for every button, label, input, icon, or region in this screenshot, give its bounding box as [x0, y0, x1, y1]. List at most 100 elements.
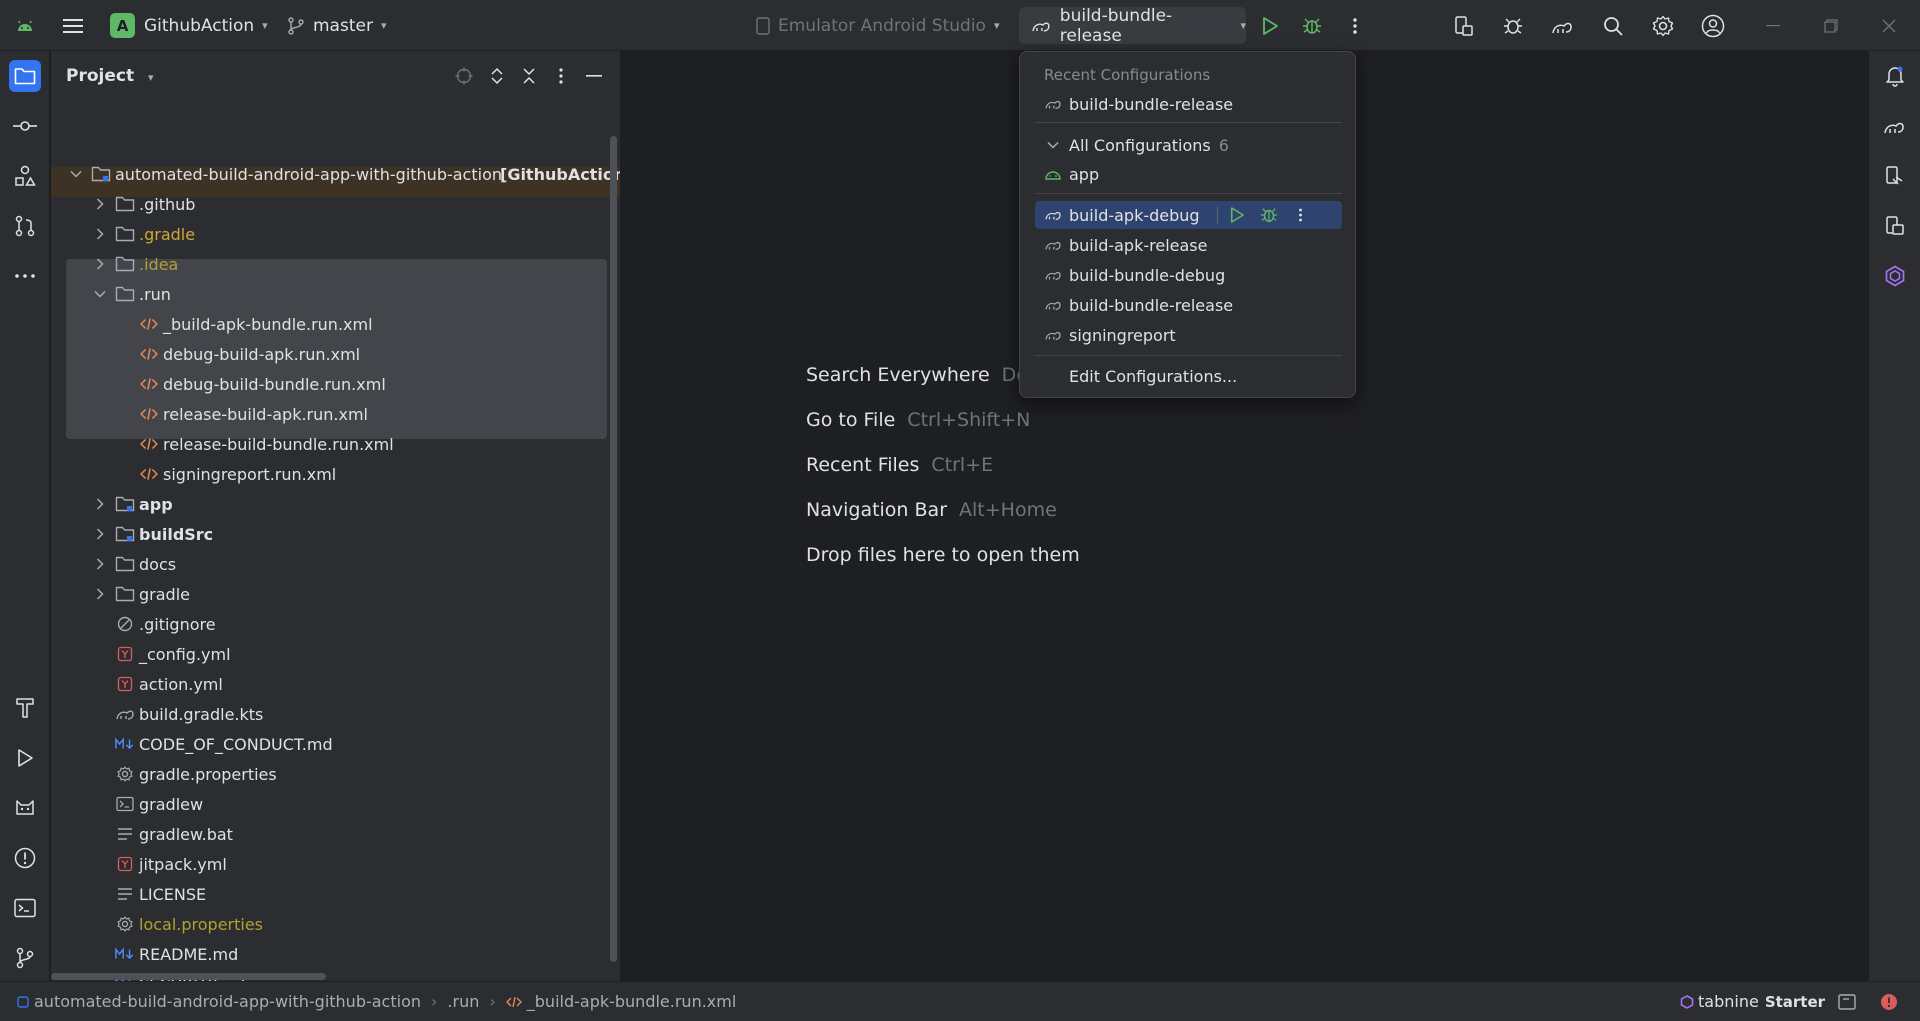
- search-icon[interactable]: [1597, 10, 1628, 41]
- run-config-selector[interactable]: build-bundle-release ▾: [1019, 6, 1246, 46]
- tabnine-chat-icon[interactable]: [1879, 260, 1911, 292]
- tree-item[interactable]: CODE_OF_CONDUCT.md: [51, 729, 620, 759]
- logcat-tool-icon[interactable]: [9, 792, 41, 824]
- run-config-icon[interactable]: [1230, 207, 1244, 223]
- locate-file-icon[interactable]: [452, 64, 476, 88]
- version-control-icon[interactable]: [9, 942, 41, 974]
- expand-all-icon[interactable]: [485, 64, 509, 88]
- breadcrumb-item[interactable]: automated-build-android-app-with-github-…: [34, 992, 421, 1011]
- tree-item[interactable]: .idea: [51, 249, 620, 279]
- pull-requests-icon[interactable]: [9, 210, 41, 242]
- collapse-all-icon[interactable]: [517, 64, 541, 88]
- device-manager-icon[interactable]: [1448, 10, 1479, 41]
- tree-item[interactable]: _build-apk-bundle.run.xml: [51, 309, 620, 339]
- error-indicator-icon[interactable]: [1880, 993, 1898, 1011]
- tree-item[interactable]: README.md: [51, 939, 620, 969]
- edit-configurations-item[interactable]: Edit Configurations...: [1035, 362, 1342, 390]
- minimize-window-icon[interactable]: [1757, 10, 1788, 41]
- more-tools-icon[interactable]: [9, 260, 41, 292]
- running-devices-icon[interactable]: [1879, 210, 1911, 242]
- project-tool-icon[interactable]: [9, 60, 41, 92]
- tree-item[interactable]: debug-build-bundle.run.xml: [51, 369, 620, 399]
- vertical-scrollbar[interactable]: [610, 136, 617, 962]
- device-manager-tool-icon[interactable]: [1879, 160, 1911, 192]
- breadcrumb-item[interactable]: .run: [447, 992, 479, 1011]
- chevron-right-icon[interactable]: [93, 227, 107, 241]
- account-icon[interactable]: [1697, 10, 1728, 41]
- all-configurations-group[interactable]: All Configurations 6: [1035, 131, 1342, 159]
- tree-item[interactable]: gradle.properties: [51, 759, 620, 789]
- tree-item[interactable]: local.properties: [51, 909, 620, 939]
- restore-window-icon[interactable]: [1815, 10, 1846, 41]
- run-tool-icon[interactable]: [9, 742, 41, 774]
- tree-item[interactable]: gradlew: [51, 789, 620, 819]
- config-item-build-bundle-debug[interactable]: build-bundle-debug: [1035, 261, 1342, 289]
- branch-selector[interactable]: master ▾: [287, 0, 386, 51]
- tree-item[interactable]: debug-build-apk.run.xml: [51, 339, 620, 369]
- tree-item[interactable]: .github: [51, 189, 620, 219]
- project-panel-title[interactable]: Project ▾: [66, 66, 154, 86]
- hint-label: Drop files here to open them: [806, 544, 1080, 566]
- tree-item[interactable]: .gitignore: [51, 609, 620, 639]
- close-window-icon[interactable]: [1873, 10, 1904, 41]
- problems-tool-icon[interactable]: [9, 842, 41, 874]
- chevron-right-icon[interactable]: [93, 197, 107, 211]
- debug-icon[interactable]: [1296, 10, 1327, 41]
- tree-item[interactable]: build.gradle.kts: [51, 699, 620, 729]
- recent-config-item[interactable]: build-bundle-release: [1035, 90, 1342, 118]
- tree-item[interactable]: LICENSE: [51, 879, 620, 909]
- tree-item[interactable]: release-build-apk.run.xml: [51, 399, 620, 429]
- terminal-tool-icon[interactable]: [9, 892, 41, 924]
- tabnine-status[interactable]: tabnine Starter: [1680, 992, 1825, 1011]
- tree-item[interactable]: action.yml: [51, 669, 620, 699]
- tree-item[interactable]: automated-build-android-app-with-github-…: [51, 159, 620, 189]
- config-item-build-apk-debug[interactable]: build-apk-debug: [1035, 201, 1342, 229]
- breadcrumb-item[interactable]: _build-apk-bundle.run.xml: [527, 992, 737, 1011]
- read-only-toggle-icon[interactable]: [1838, 993, 1856, 1010]
- horizontal-scrollbar[interactable]: [51, 973, 326, 980]
- notifications-icon[interactable]: [1879, 60, 1911, 92]
- chevron-right-icon[interactable]: [93, 557, 107, 571]
- debug-config-icon[interactable]: [1260, 206, 1278, 224]
- panel-options-icon[interactable]: [549, 64, 573, 88]
- tree-item[interactable]: .run: [51, 279, 620, 309]
- config-item-build-apk-release[interactable]: build-apk-release: [1035, 231, 1342, 259]
- tree-item[interactable]: jitpack.yml: [51, 849, 620, 879]
- chevron-right-icon[interactable]: [93, 497, 107, 511]
- main-menu-icon[interactable]: [57, 10, 88, 41]
- config-item-app[interactable]: app: [1035, 160, 1342, 188]
- tree-item[interactable]: gradlew.bat: [51, 819, 620, 849]
- config-more-icon[interactable]: [1298, 207, 1303, 223]
- run-icon[interactable]: [1254, 10, 1285, 41]
- left-tool-strip: [0, 51, 50, 981]
- tree-item[interactable]: app: [51, 489, 620, 519]
- more-actions-icon[interactable]: [1339, 10, 1370, 41]
- tree-item-label: action.yml: [139, 674, 223, 694]
- gradle-tool-icon[interactable]: [1879, 110, 1911, 142]
- tree-item[interactable]: .gradle: [51, 219, 620, 249]
- tree-item[interactable]: gradle: [51, 579, 620, 609]
- device-selector[interactable]: Emulator Android Studio ▾: [755, 0, 999, 51]
- project-selector[interactable]: A GithubAction ▾: [110, 0, 268, 51]
- tree-item-label: local.properties: [139, 914, 264, 934]
- chevron-right-icon[interactable]: [93, 587, 107, 601]
- tree-item[interactable]: signingreport.run.xml: [51, 459, 620, 489]
- structure-tool-icon[interactable]: [9, 160, 41, 192]
- settings-gear-icon[interactable]: [1647, 10, 1678, 41]
- chevron-right-icon[interactable]: [93, 257, 107, 271]
- build-tool-icon[interactable]: [9, 692, 41, 724]
- config-item-signingreport[interactable]: signingreport: [1035, 321, 1342, 349]
- tree-item[interactable]: docs: [51, 549, 620, 579]
- commit-tool-icon[interactable]: [9, 110, 41, 142]
- config-item-build-bundle-release[interactable]: build-bundle-release: [1035, 291, 1342, 319]
- tree-item[interactable]: release-build-bundle.run.xml: [51, 429, 620, 459]
- gradle-sync-icon[interactable]: [1547, 10, 1578, 41]
- chevron-down-icon[interactable]: [69, 167, 83, 181]
- app-inspection-icon[interactable]: [1497, 10, 1528, 41]
- hint-shortcut: Ctrl+E: [931, 454, 994, 476]
- chevron-right-icon[interactable]: [93, 527, 107, 541]
- hide-panel-icon[interactable]: [582, 64, 606, 88]
- chevron-down-icon[interactable]: [93, 287, 107, 301]
- tree-item[interactable]: _config.yml: [51, 639, 620, 669]
- tree-item[interactable]: buildSrc: [51, 519, 620, 549]
